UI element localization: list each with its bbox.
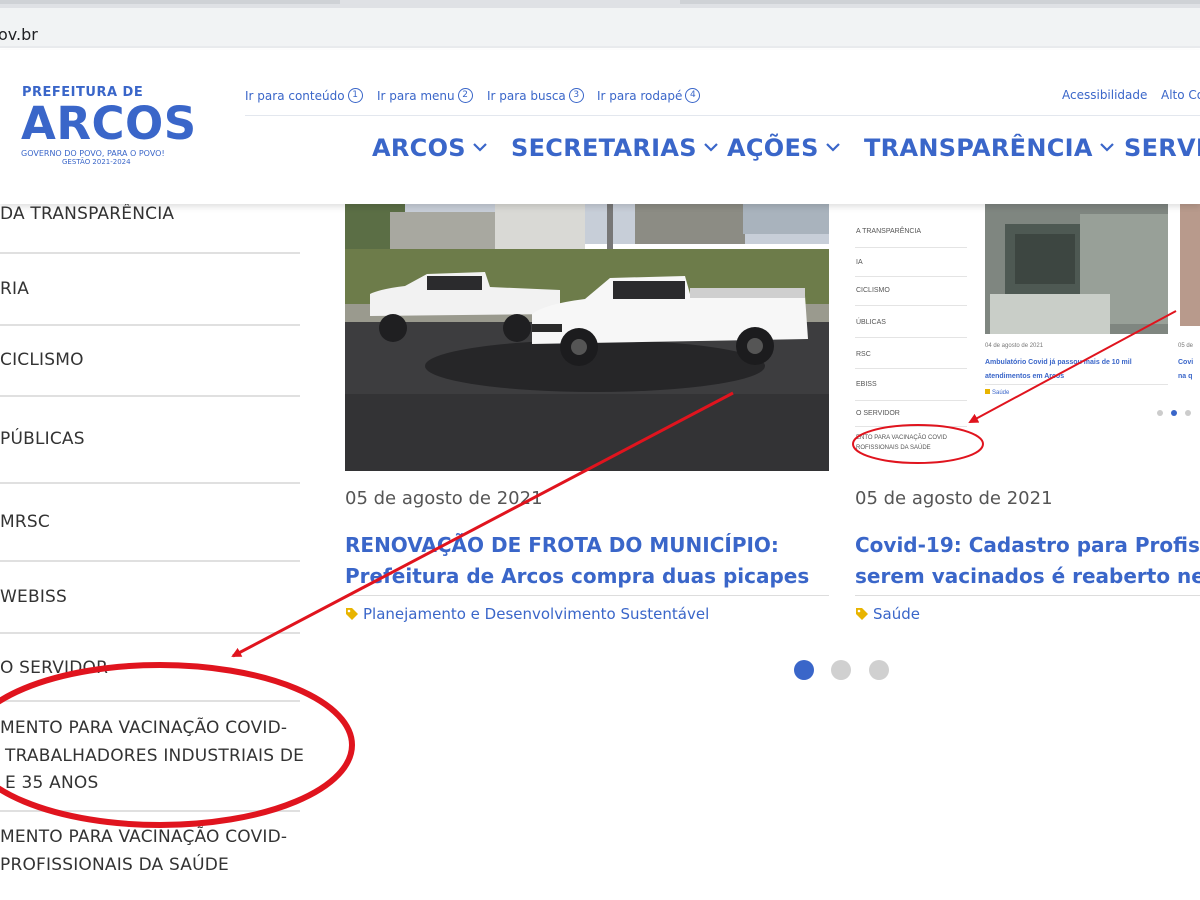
nav-label: ARCOS bbox=[372, 134, 466, 162]
embedded-menu-item: A TRANSPARÊNCIA bbox=[856, 226, 921, 235]
sidebar-item[interactable]: MRSC bbox=[0, 484, 300, 560]
trucks-photo-image bbox=[345, 204, 829, 471]
high-contrast-link[interactable]: Alto Co bbox=[1161, 88, 1200, 102]
embedded-title-2b: na q bbox=[1178, 373, 1192, 380]
embedded-title: Ambulatório Covid já passou mais de 10 m… bbox=[985, 359, 1132, 366]
news-title[interactable]: RENOVAÇÃO DE FROTA DO MUNICÍPIO: Prefeit… bbox=[345, 530, 829, 592]
news-tag[interactable]: Planejamento e Desenvolvimento Sustentáv… bbox=[345, 605, 709, 623]
tag-icon bbox=[346, 608, 358, 620]
sidebar-item-label: DA TRANSPARÊNCIA bbox=[0, 204, 175, 224]
sidebar-item-label: MENTO PARA VACINAÇÃO COVID- bbox=[0, 718, 288, 738]
news-tag[interactable]: Saúde bbox=[855, 605, 920, 623]
carousel-dot-3[interactable] bbox=[869, 660, 889, 680]
nav-arcos[interactable]: ARCOS bbox=[372, 134, 488, 162]
tag-icon bbox=[856, 608, 868, 620]
sidebar-item-label: RIA bbox=[0, 279, 30, 299]
news-photo-trucks[interactable] bbox=[345, 204, 829, 471]
sidebar-item[interactable]: RIA bbox=[0, 254, 300, 324]
embedded-screenshot-image: A TRANSPARÊNCIA IA CICLISMO ÚBLICAS RSC … bbox=[855, 204, 1200, 471]
skip-link-label: Ir para busca bbox=[487, 89, 566, 103]
embedded-menu-item: ENTO PARA VACINAÇÃO COVID bbox=[856, 434, 948, 441]
sidebar-item-label: PÚBLICAS bbox=[0, 429, 85, 449]
browser-divider bbox=[0, 46, 1200, 48]
sidebar-item-label: WEBISS bbox=[0, 587, 68, 607]
embedded-tag: Saúde bbox=[992, 390, 1010, 396]
news-divider bbox=[345, 595, 829, 596]
nav-label: TRANSPARÊNCIA bbox=[864, 134, 1093, 162]
news-date: 05 de agosto de 2021 bbox=[855, 488, 1053, 509]
sidebar-item-label: E 35 ANOS bbox=[5, 773, 99, 793]
news-divider bbox=[855, 595, 1200, 596]
accessibility-link[interactable]: Acessibilidade bbox=[1062, 88, 1147, 102]
skip-link-label: Ir para menu bbox=[377, 89, 455, 103]
chevron-down-icon bbox=[1099, 143, 1114, 152]
news-title-line: serem vacinados é reaberto nesta q bbox=[855, 564, 1200, 588]
skip-link-number: 2 bbox=[457, 88, 473, 103]
logo-term: GESTÃO 2021-2024 bbox=[62, 158, 131, 166]
news-tag-label: Saúde bbox=[873, 605, 920, 623]
sidebar-item-label: CICLISMO bbox=[0, 350, 84, 370]
news-title-line: RENOVAÇÃO DE FROTA DO MUNICÍPIO: bbox=[345, 533, 779, 557]
sidebar-item-label: MRSC bbox=[0, 512, 50, 532]
sidebar-item[interactable]: MENTO PARA VACINAÇÃO COVID- TRABALHADORE… bbox=[0, 702, 304, 810]
chevron-down-icon bbox=[473, 143, 487, 152]
nav-acoes[interactable]: AÇÕES bbox=[727, 134, 841, 162]
embedded-menu-item: CICLISMO bbox=[856, 287, 890, 294]
browser-tab[interactable] bbox=[680, 0, 1200, 4]
news-photo-screenshot[interactable]: A TRANSPARÊNCIA IA CICLISMO ÚBLICAS RSC … bbox=[855, 204, 1200, 471]
address-bar[interactable]: ov.br bbox=[0, 8, 1200, 46]
sidebar-item-label: PROFISSIONAIS DA SAÚDE bbox=[0, 855, 230, 875]
news-title-line: Prefeitura de Arcos compra duas picapes bbox=[345, 564, 810, 588]
news-date: 05 de agosto de 2021 bbox=[345, 488, 543, 509]
news-title[interactable]: Covid-19: Cadastro para Profissiona sere… bbox=[855, 530, 1200, 592]
embedded-menu-item: O SERVIDOR bbox=[856, 410, 900, 417]
sidebar-item[interactable]: O SERVIDOR bbox=[0, 634, 300, 700]
sidebar-item[interactable]: WEBISS bbox=[0, 562, 300, 632]
nav-label: SERVIÇ bbox=[1124, 134, 1200, 162]
embedded-title: atendimentos em Arcos bbox=[985, 373, 1064, 380]
embedded-menu-item: RSC bbox=[856, 351, 871, 358]
skip-link-footer[interactable]: Ir para rodapé 4 bbox=[597, 88, 701, 103]
chevron-down-icon bbox=[704, 143, 718, 152]
skip-link-label: Ir para rodapé bbox=[597, 89, 683, 103]
chevron-down-icon bbox=[826, 143, 840, 152]
news-tag-label: Planejamento e Desenvolvimento Sustentáv… bbox=[363, 605, 710, 623]
nav-secretarias[interactable]: SECRETARIAS bbox=[511, 134, 719, 162]
skip-link-number: 3 bbox=[568, 88, 584, 103]
embedded-date: 04 de agosto de 2021 bbox=[985, 343, 1044, 349]
embedded-menu-item: ROFISSIONAIS DA SAÚDE bbox=[856, 444, 931, 451]
sidebar-item[interactable]: PÚBLICAS bbox=[0, 397, 300, 482]
skip-link-number: 4 bbox=[685, 88, 701, 103]
carousel-dot-1[interactable] bbox=[794, 660, 814, 680]
header-divider bbox=[245, 115, 1200, 116]
nav-servicos[interactable]: SERVIÇ bbox=[1124, 134, 1200, 162]
embedded-title-2: Covi bbox=[1178, 359, 1193, 366]
logo-slogan: GOVERNO DO POVO, PARA O POVO! bbox=[21, 149, 165, 158]
news-title-line: Covid-19: Cadastro para Profissiona bbox=[855, 533, 1200, 557]
sidebar-item-label: O SERVIDOR bbox=[0, 658, 109, 678]
skip-link-menu[interactable]: Ir para menu 2 bbox=[377, 88, 473, 103]
embedded-menu-item: ÚBLICAS bbox=[856, 317, 886, 326]
skip-link-label: Ir para conteúdo bbox=[245, 89, 345, 103]
embedded-menu-item: EBISS bbox=[856, 381, 877, 388]
nav-label: AÇÕES bbox=[727, 134, 819, 162]
nav-transparencia[interactable]: TRANSPARÊNCIA bbox=[864, 134, 1115, 162]
skip-link-search[interactable]: Ir para busca 3 bbox=[487, 88, 584, 103]
browser-tab[interactable] bbox=[0, 0, 340, 4]
sidebar-item[interactable]: DA TRANSPARÊNCIA bbox=[0, 204, 300, 254]
logo-title[interactable]: ARCOS bbox=[21, 96, 197, 152]
logo-sun-icon bbox=[0, 88, 8, 122]
skip-link-content[interactable]: Ir para conteúdo 1 bbox=[245, 88, 363, 103]
embedded-date-2: 05 de bbox=[1178, 343, 1194, 349]
carousel-dot-2[interactable] bbox=[831, 660, 851, 680]
nav-label: SECRETARIAS bbox=[511, 134, 697, 162]
sidebar-item-label: MENTO PARA VACINAÇÃO COVID- bbox=[0, 827, 288, 847]
sidebar-item-label: TRABALHADORES INDUSTRIAIS DE bbox=[5, 746, 305, 766]
sidebar-item[interactable]: MENTO PARA VACINAÇÃO COVID- PROFISSIONAI… bbox=[0, 812, 300, 892]
skip-link-number: 1 bbox=[347, 88, 363, 103]
embedded-menu-item: IA bbox=[856, 259, 863, 266]
sidebar-item[interactable]: CICLISMO bbox=[0, 326, 300, 394]
address-text[interactable]: ov.br bbox=[0, 25, 38, 44]
